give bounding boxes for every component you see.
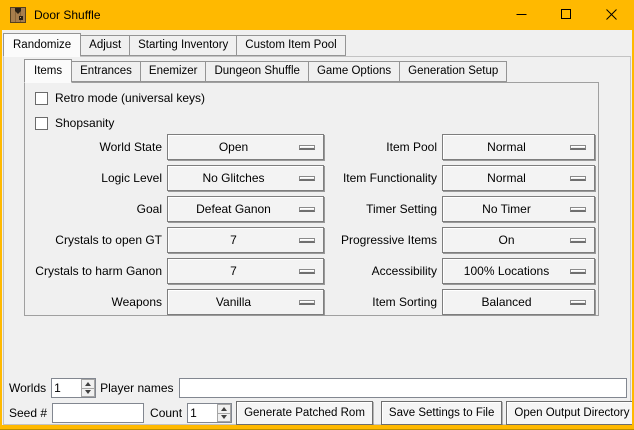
item-pool-label: Item Pool bbox=[324, 140, 437, 154]
settings-row: Goal Defeat Ganon Timer Setting No Timer bbox=[25, 196, 598, 222]
seed-row: Seed # Count Generate Patched Rom Save S… bbox=[9, 401, 627, 425]
count-stepper bbox=[187, 403, 232, 423]
item-functionality-label: Item Functionality bbox=[324, 171, 437, 185]
settings-row: Weapons Vanilla Item Sorting Balanced bbox=[25, 289, 598, 315]
spin-up-icon bbox=[221, 407, 227, 411]
tab-generation-setup[interactable]: Generation Setup bbox=[399, 61, 507, 82]
spin-down-icon bbox=[221, 415, 227, 419]
shopsanity-label: Shopsanity bbox=[55, 116, 114, 130]
app-door-icon bbox=[10, 7, 26, 23]
goal-label: Goal bbox=[25, 202, 162, 216]
world-state-dropdown[interactable]: Open bbox=[167, 134, 324, 160]
world-state-label: World State bbox=[25, 140, 162, 154]
settings-row: World State Open Item Pool Normal bbox=[25, 134, 598, 160]
spin-down-icon bbox=[85, 390, 91, 394]
retro-mode-label: Retro mode (universal keys) bbox=[55, 91, 205, 105]
accessibility-dropdown[interactable]: 100% Locations bbox=[442, 258, 595, 284]
dropdown-indicator-icon bbox=[299, 269, 315, 274]
retro-mode-checkbox-row: Retro mode (universal keys) bbox=[35, 91, 205, 105]
save-settings-button[interactable]: Save Settings to File bbox=[381, 401, 502, 425]
maximize-icon bbox=[561, 9, 572, 20]
worlds-spin-up-button[interactable] bbox=[81, 379, 95, 389]
dropdown-indicator-icon bbox=[570, 145, 586, 150]
item-sorting-dropdown[interactable]: Balanced bbox=[442, 289, 595, 315]
title-bar[interactable]: Door Shuffle bbox=[0, 0, 634, 30]
spin-up-icon bbox=[85, 382, 91, 386]
crystals-gt-label: Crystals to open GT bbox=[25, 233, 162, 247]
worlds-spin-down-button[interactable] bbox=[81, 389, 95, 398]
item-functionality-dropdown[interactable]: Normal bbox=[442, 165, 595, 191]
dropdown-indicator-icon bbox=[570, 300, 586, 305]
dropdown-indicator-icon bbox=[570, 269, 586, 274]
crystals-gt-dropdown[interactable]: 7 bbox=[167, 227, 324, 253]
player-names-label: Player names bbox=[100, 381, 173, 395]
settings-row: Crystals to harm Ganon 7 Accessibility 1… bbox=[25, 258, 598, 284]
tab-dungeon-shuffle[interactable]: Dungeon Shuffle bbox=[205, 61, 308, 82]
crystals-ganon-dropdown[interactable]: 7 bbox=[167, 258, 324, 284]
worlds-input[interactable] bbox=[52, 379, 81, 397]
progressive-items-label: Progressive Items bbox=[324, 233, 437, 247]
seed-label: Seed # bbox=[9, 406, 47, 420]
settings-row: Crystals to open GT 7 Progressive Items … bbox=[25, 227, 598, 253]
tab-starting-inventory[interactable]: Starting Inventory bbox=[129, 35, 237, 56]
window-title: Door Shuffle bbox=[34, 0, 101, 30]
item-sorting-label: Item Sorting bbox=[324, 295, 437, 309]
settings-row: Logic Level No Glitches Item Functionali… bbox=[25, 165, 598, 191]
goal-dropdown[interactable]: Defeat Ganon bbox=[167, 196, 324, 222]
close-icon bbox=[606, 9, 617, 20]
tab-game-options[interactable]: Game Options bbox=[308, 61, 400, 82]
dropdown-indicator-icon bbox=[299, 145, 315, 150]
tab-items[interactable]: Items bbox=[24, 59, 72, 83]
dropdown-indicator-icon bbox=[570, 176, 586, 181]
dropdown-indicator-icon bbox=[570, 207, 586, 212]
accessibility-label: Accessibility bbox=[324, 264, 437, 278]
crystals-ganon-label: Crystals to harm Ganon bbox=[25, 264, 162, 278]
dropdown-indicator-icon bbox=[299, 207, 315, 212]
generate-patched-rom-button[interactable]: Generate Patched Rom bbox=[236, 401, 373, 425]
dropdown-indicator-icon bbox=[570, 238, 586, 243]
close-button[interactable] bbox=[589, 0, 634, 29]
worlds-label: Worlds bbox=[9, 381, 46, 395]
maximize-button[interactable] bbox=[544, 0, 589, 29]
worlds-row: Worlds Player names bbox=[9, 378, 627, 398]
randomize-pane: Items Entrances Enemizer Dungeon Shuffle… bbox=[3, 56, 631, 425]
count-spin-down-button[interactable] bbox=[217, 414, 231, 423]
dropdown-indicator-icon bbox=[299, 300, 315, 305]
timer-setting-dropdown[interactable]: No Timer bbox=[442, 196, 595, 222]
player-names-input[interactable] bbox=[179, 378, 628, 398]
dropdown-indicator-icon bbox=[299, 238, 315, 243]
tab-adjust[interactable]: Adjust bbox=[80, 35, 130, 56]
tab-entrances[interactable]: Entrances bbox=[71, 61, 141, 82]
tab-randomize[interactable]: Randomize bbox=[3, 33, 81, 57]
timer-setting-label: Timer Setting bbox=[324, 202, 437, 216]
count-label: Count bbox=[150, 406, 182, 420]
tab-custom-item-pool[interactable]: Custom Item Pool bbox=[236, 35, 345, 56]
shopsanity-checkbox-row: Shopsanity bbox=[35, 116, 114, 130]
client-area: Randomize Adjust Starting Inventory Cust… bbox=[2, 30, 632, 425]
logic-level-dropdown[interactable]: No Glitches bbox=[167, 165, 324, 191]
shopsanity-checkbox[interactable] bbox=[35, 117, 48, 130]
dropdown-indicator-icon bbox=[299, 176, 315, 181]
progressive-items-dropdown[interactable]: On bbox=[442, 227, 595, 253]
count-spin-up-button[interactable] bbox=[217, 404, 231, 414]
tab-enemizer[interactable]: Enemizer bbox=[140, 61, 207, 82]
minimize-button[interactable] bbox=[499, 0, 544, 29]
seed-input[interactable] bbox=[52, 403, 144, 423]
sub-tabbar: Items Entrances Enemizer Dungeon Shuffle… bbox=[24, 58, 506, 82]
count-input[interactable] bbox=[188, 404, 217, 422]
open-output-directory-button[interactable]: Open Output Directory bbox=[506, 401, 632, 425]
items-pane: Retro mode (universal keys) Shopsanity W… bbox=[24, 82, 599, 316]
logic-level-label: Logic Level bbox=[25, 171, 162, 185]
minimize-icon bbox=[516, 9, 527, 20]
weapons-dropdown[interactable]: Vanilla bbox=[167, 289, 324, 315]
weapons-label: Weapons bbox=[25, 295, 162, 309]
door-shuffle-window: Door Shuffle Randomize Adjust Starting I… bbox=[0, 0, 634, 430]
worlds-stepper bbox=[51, 378, 96, 398]
main-tabbar: Randomize Adjust Starting Inventory Cust… bbox=[3, 31, 345, 56]
item-pool-dropdown[interactable]: Normal bbox=[442, 134, 595, 160]
retro-mode-checkbox[interactable] bbox=[35, 92, 48, 105]
